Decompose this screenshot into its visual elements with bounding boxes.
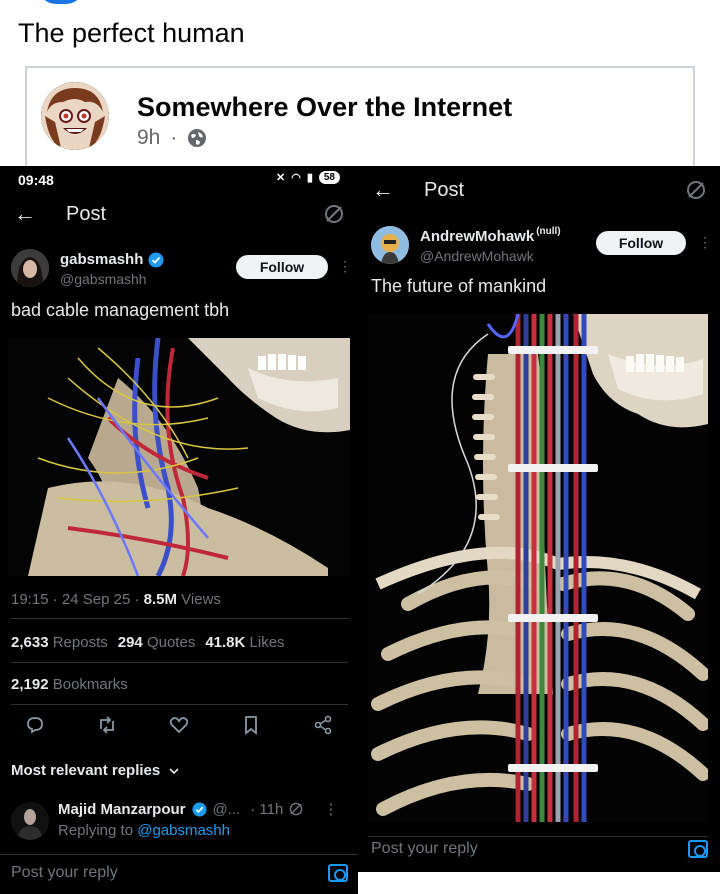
- author-name-text[interactable]: gabsmashh: [60, 251, 143, 268]
- post-time[interactable]: 19:15: [11, 591, 49, 608]
- author-avatar[interactable]: [371, 226, 409, 264]
- author-handle[interactable]: @AndrewMohawk: [420, 248, 534, 264]
- likes-stat[interactable]: 41.8K Likes: [205, 634, 284, 651]
- share-icon[interactable]: [312, 714, 334, 736]
- arrow-left-icon[interactable]: ←: [14, 201, 36, 227]
- follow-button[interactable]: Follow: [596, 231, 686, 255]
- replying-to: Replying to @gabsmashh: [58, 822, 230, 839]
- signal-icon: ▮: [306, 172, 313, 184]
- facebook-avatar-edge: [38, 0, 84, 4]
- post-meta: 19:15 · 24 Sep 25 · 8.5M Views: [11, 591, 221, 608]
- author-handle[interactable]: @gabsmashh: [60, 271, 147, 287]
- views-count: 8.5M: [143, 591, 177, 608]
- facebook-post-text: The perfect human: [18, 18, 245, 48]
- shared-post-time[interactable]: 9h: [137, 126, 160, 150]
- author-name[interactable]: gabsmashh: [60, 251, 164, 268]
- post-title: Post: [66, 202, 107, 225]
- bookmark-icon[interactable]: [240, 714, 262, 736]
- reply-input[interactable]: Post your reply: [11, 864, 118, 882]
- reply-author[interactable]: Majid Manzarpour @... · 11h ⋮: [58, 800, 338, 819]
- post-media-image[interactable]: [8, 338, 350, 576]
- divider: [11, 618, 348, 619]
- reposts-stat[interactable]: 2,633 Reposts: [11, 634, 108, 651]
- reply-author-avatar[interactable]: [11, 802, 49, 840]
- post-text: bad cable management tbh: [11, 300, 230, 320]
- replying-to-link[interactable]: @gabsmashh: [137, 822, 230, 839]
- reply-input[interactable]: Post your reply: [371, 840, 478, 858]
- post-date[interactable]: 24 Sep 25: [62, 591, 130, 608]
- more-options-icon[interactable]: ⋮: [698, 234, 712, 251]
- grok-icon[interactable]: [289, 802, 303, 816]
- right-post-screenshot: ← Post AndrewMohawk (null) @AndrewMohawk…: [358, 166, 720, 872]
- meta-separator: ·: [170, 126, 178, 149]
- shared-author-name[interactable]: Somewhere Over the Internet: [137, 92, 512, 123]
- shared-post-card[interactable]: Somewhere Over the Internet 9h ·: [25, 66, 695, 170]
- replies-sort-dropdown[interactable]: Most relevant replies: [11, 762, 180, 779]
- post-header: ← Post: [0, 194, 358, 234]
- status-time: 09:48: [18, 172, 54, 188]
- repost-icon[interactable]: [96, 714, 118, 736]
- chevron-down-icon: [169, 767, 179, 774]
- reply-time: · 11h: [250, 800, 284, 818]
- verified-badge-icon: [148, 252, 164, 267]
- wifi-icon: ◠: [291, 172, 301, 184]
- bookmarks-stat[interactable]: 2,192 Bookmarks: [11, 676, 128, 693]
- shared-post-meta: 9h ·: [137, 126, 207, 150]
- camera-icon[interactable]: [328, 864, 348, 882]
- replying-prefix: Replying to: [58, 822, 134, 839]
- author-name-suffix: (null): [536, 226, 561, 237]
- verified-badge-icon: [191, 801, 207, 817]
- battery-level: 58: [318, 171, 340, 184]
- globe-icon: [188, 129, 207, 147]
- status-bar: 09:48 ✕ ◠ ▮ 58: [0, 166, 358, 194]
- divider: [368, 836, 708, 837]
- like-icon[interactable]: [168, 714, 190, 736]
- grok-icon[interactable]: [686, 180, 706, 200]
- author-avatar[interactable]: [11, 249, 49, 287]
- follow-button[interactable]: Follow: [236, 255, 328, 279]
- author-name[interactable]: AndrewMohawk (null): [420, 226, 561, 245]
- post-media-image[interactable]: [368, 314, 708, 822]
- post-title: Post: [424, 178, 465, 201]
- post-header: ← Post: [358, 170, 720, 210]
- more-options-icon[interactable]: ⋮: [338, 258, 352, 275]
- grok-icon[interactable]: [324, 204, 344, 224]
- reply-author-name[interactable]: Majid Manzarpour: [58, 801, 186, 818]
- quotes-stat[interactable]: 294 Quotes: [118, 634, 196, 651]
- author-name-text[interactable]: AndrewMohawk: [420, 228, 534, 245]
- divider: [11, 704, 348, 705]
- divider: [0, 854, 358, 855]
- post-text: The future of mankind: [371, 276, 547, 296]
- left-post-screenshot: 09:48 ✕ ◠ ▮ 58 ← Post gabsmashh @gabsmas…: [0, 166, 358, 894]
- engagement-stats: 2,633 Reposts 294 Quotes 41.8K Likes: [11, 634, 285, 651]
- mute-icon: ✕: [275, 172, 286, 184]
- post-actions: [24, 714, 334, 736]
- reply-icon[interactable]: [24, 714, 46, 736]
- shared-author-avatar[interactable]: [41, 82, 109, 150]
- camera-icon[interactable]: [688, 840, 708, 858]
- status-icons: ✕ ◠ ▮ 58: [276, 171, 340, 184]
- replies-sort-label[interactable]: Most relevant replies: [11, 762, 160, 779]
- reply-author-handle[interactable]: @...: [213, 801, 241, 818]
- arrow-left-icon[interactable]: ←: [372, 177, 394, 203]
- more-options-icon[interactable]: ⋮: [323, 800, 338, 818]
- divider: [11, 662, 348, 663]
- views-label: Views: [181, 591, 221, 608]
